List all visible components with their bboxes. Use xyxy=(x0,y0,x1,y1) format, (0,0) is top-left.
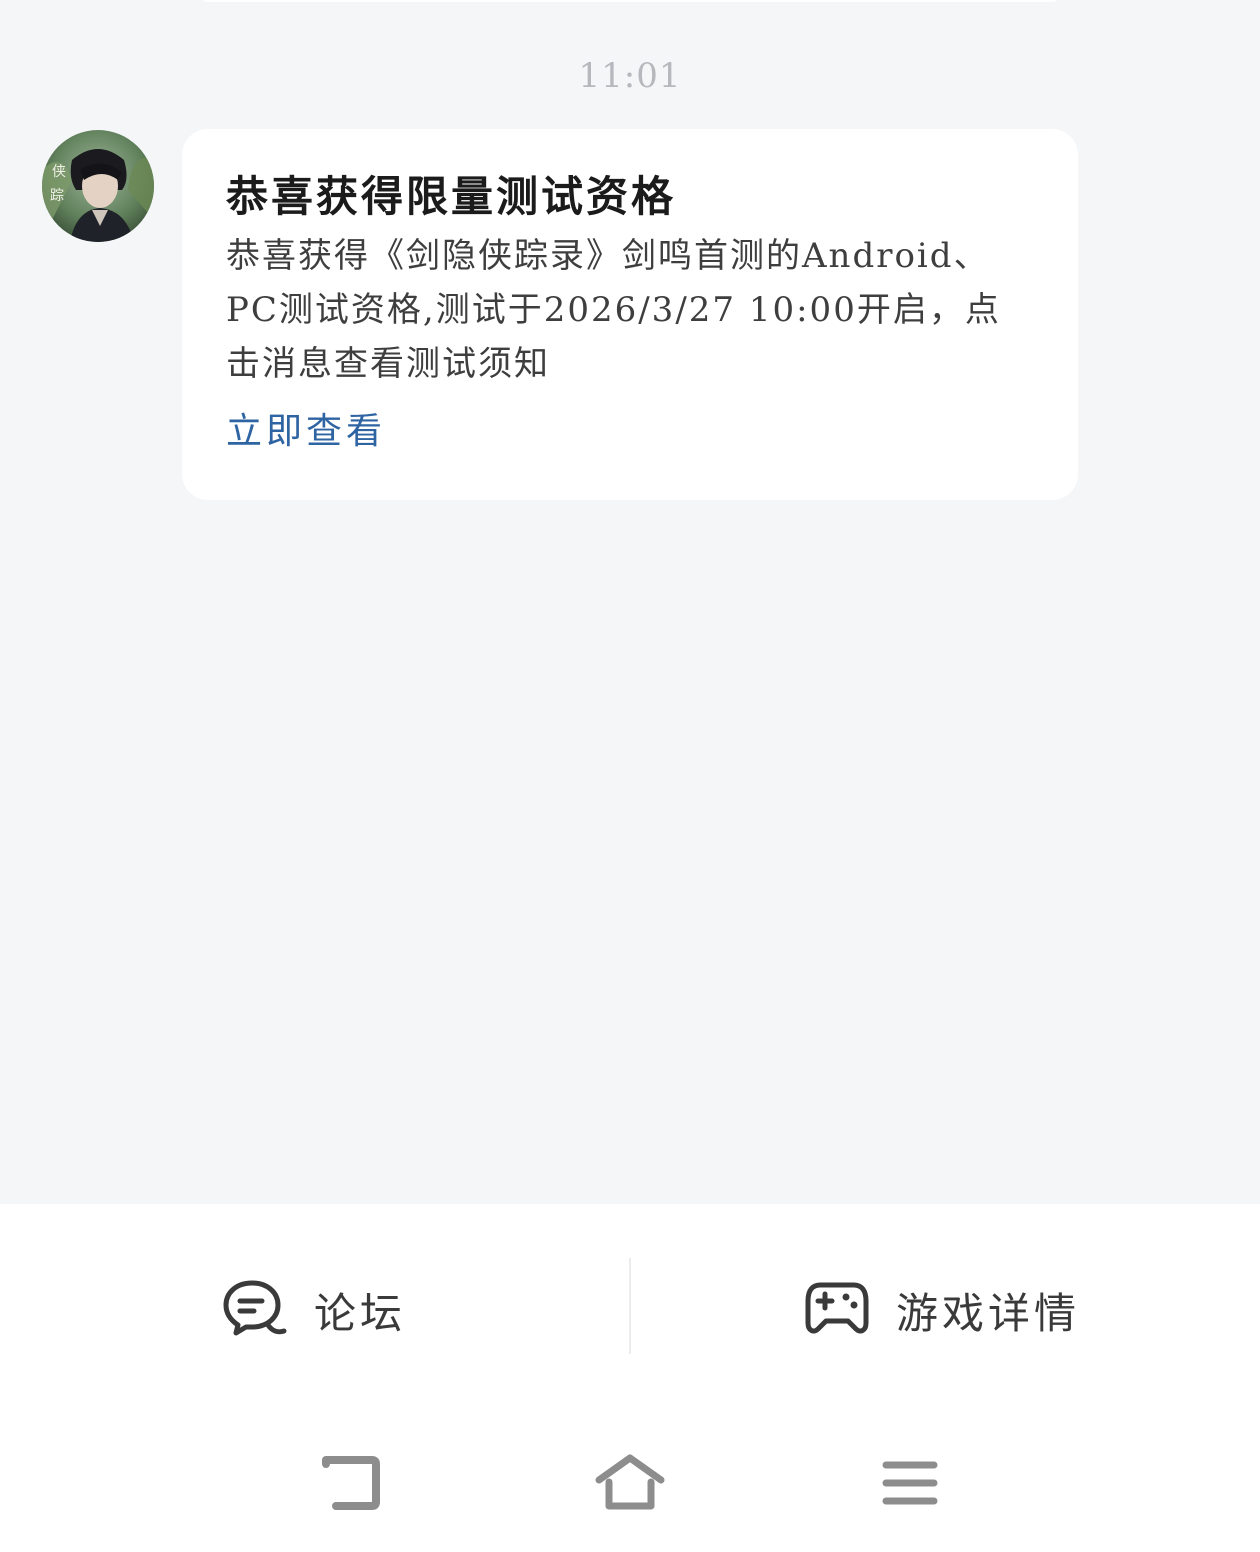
message-body: 恭喜获得《剑隐侠踪录》剑鸣首测的Android、PC测试资格,测试于2026/3… xyxy=(226,236,1001,384)
home-icon xyxy=(595,1454,665,1516)
game-details-label: 游戏详情 xyxy=(896,1288,1081,1338)
bottom-action-bar: 论坛 游戏详情 xyxy=(0,1204,1260,1414)
system-navigation-bar xyxy=(0,1414,1260,1552)
game-details-button[interactable]: 游戏详情 xyxy=(804,1270,1080,1350)
sender-avatar[interactable]: 侠 踪 xyxy=(42,130,154,242)
message-timestamp: 11:01 xyxy=(578,56,682,96)
menu-button[interactable] xyxy=(870,1450,950,1520)
back-button[interactable] xyxy=(310,1450,390,1520)
home-button[interactable] xyxy=(590,1450,670,1520)
menu-icon xyxy=(882,1459,938,1511)
gamepad-icon xyxy=(804,1279,870,1341)
message-title: 恭喜获得限量测试资格 xyxy=(226,172,677,221)
back-icon xyxy=(320,1456,380,1514)
forum-button[interactable]: 论坛 xyxy=(222,1270,406,1350)
action-divider xyxy=(629,1258,631,1354)
svg-text:踪: 踪 xyxy=(50,188,64,204)
svg-text:侠: 侠 xyxy=(52,164,66,180)
message-card[interactable]: 恭喜获得限量测试资格 恭喜获得《剑隐侠踪录》剑鸣首测的Android、PC测试资… xyxy=(182,129,1078,500)
forum-icon xyxy=(222,1279,288,1341)
previous-card-edge xyxy=(200,0,1060,2)
view-now-link[interactable]: 立即查看 xyxy=(226,407,386,457)
forum-label: 论坛 xyxy=(314,1288,407,1338)
